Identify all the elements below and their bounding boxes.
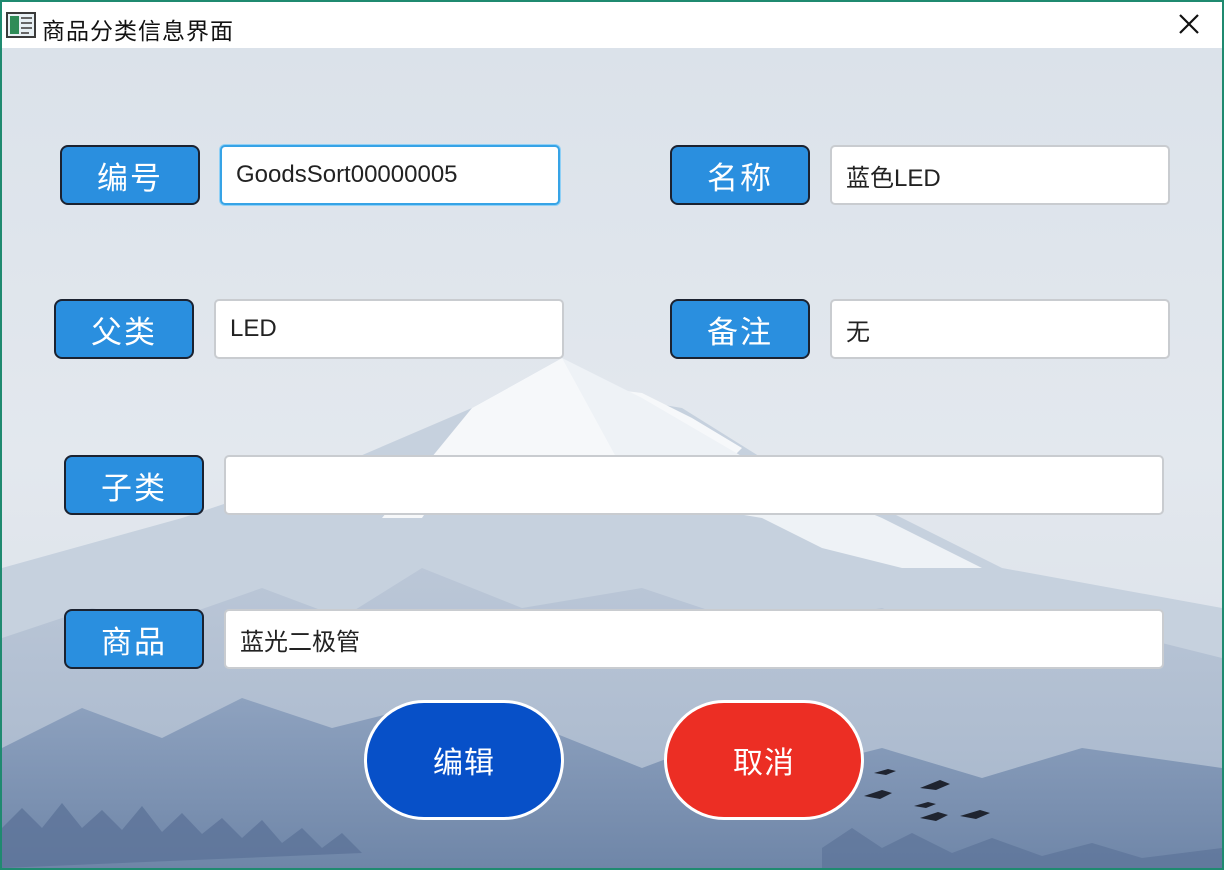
id-label: 编号: [60, 145, 200, 205]
cancel-button[interactable]: 取消: [664, 700, 864, 820]
edit-button[interactable]: 编辑: [364, 700, 564, 820]
close-button[interactable]: [1166, 8, 1212, 42]
name-input[interactable]: [830, 145, 1170, 205]
goods-input[interactable]: [224, 609, 1164, 669]
window-title: 商品分类信息界面: [42, 19, 234, 45]
remark-label: 备注: [670, 299, 810, 359]
title-bar[interactable]: 商品分类信息界面: [2, 2, 1222, 48]
parent-input[interactable]: [214, 299, 564, 359]
remark-input[interactable]: [830, 299, 1170, 359]
parent-label: 父类: [54, 299, 194, 359]
name-label: 名称: [670, 145, 810, 205]
app-window: 商品分类信息界面 编号 GoodsSort00000005 名称 蓝色LED 父…: [0, 0, 1224, 870]
children-label: 子类: [64, 455, 204, 515]
form-window-icon: [6, 12, 36, 38]
children-input[interactable]: [224, 455, 1164, 515]
close-icon: [1179, 14, 1199, 34]
id-input[interactable]: [220, 145, 560, 205]
goods-label: 商品: [64, 609, 204, 669]
